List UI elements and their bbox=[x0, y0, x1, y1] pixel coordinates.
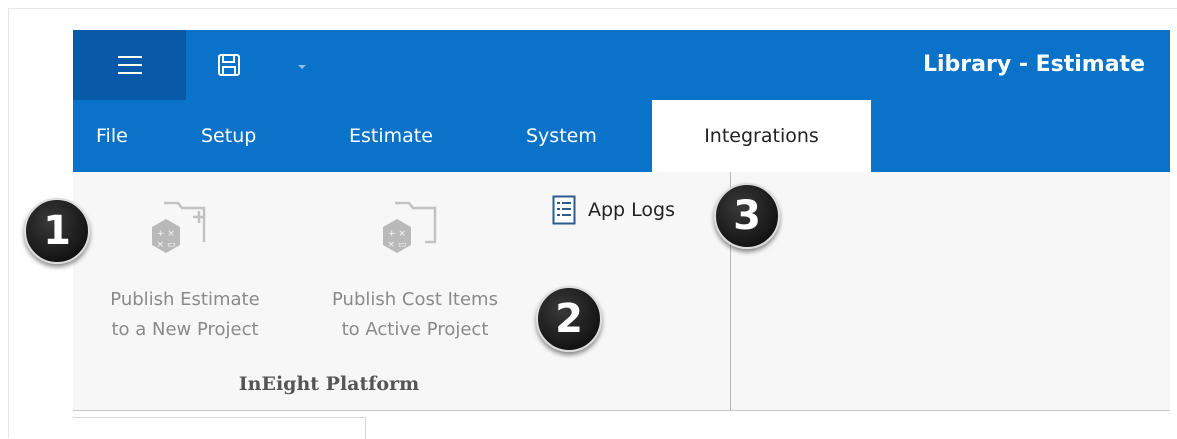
callout-marker-3: 3 bbox=[714, 183, 780, 249]
document-tab-strip bbox=[73, 417, 366, 439]
frame-top-border bbox=[8, 8, 1177, 9]
publish-active-label-1: Publish Cost Items bbox=[332, 289, 498, 310]
ribbon-bottom-border bbox=[73, 410, 1170, 411]
group-label-ineight-platform: InEight Platform bbox=[238, 373, 420, 395]
app-menu-button[interactable] bbox=[73, 30, 186, 100]
callout-marker-1: 1 bbox=[24, 198, 90, 264]
app-logs-label: App Logs bbox=[588, 199, 675, 221]
title-bar: Library - Estimate bbox=[73, 30, 1170, 100]
publish-cost-items-active-project-button[interactable]: + × × ▭ Publish Cost Items to Active Pro… bbox=[305, 190, 525, 360]
tab-integrations[interactable]: Integrations bbox=[652, 100, 871, 172]
frame-left-border bbox=[8, 8, 9, 438]
hamburger-icon bbox=[117, 56, 142, 74]
callout-marker-2: 2 bbox=[536, 286, 602, 352]
chevron-down-icon[interactable] bbox=[298, 65, 306, 69]
ribbon-tab-bar: File Setup Estimate System Integrations bbox=[73, 100, 1170, 172]
save-icon[interactable] bbox=[218, 54, 240, 76]
svg-text:+ ×: + × bbox=[157, 229, 175, 239]
document-lines-icon bbox=[552, 195, 576, 225]
publish-active-label-2: to Active Project bbox=[341, 319, 489, 340]
tab-file[interactable]: File bbox=[96, 100, 128, 172]
tab-setup[interactable]: Setup bbox=[201, 100, 256, 172]
folder-calculator-add-icon: + × × ▭ bbox=[152, 201, 206, 253]
window-title: Library - Estimate bbox=[922, 52, 1145, 77]
publish-estimate-new-project-button[interactable]: + × × ▭ Publish Estimate to a New Projec… bbox=[80, 190, 290, 360]
publish-new-label-2: to a New Project bbox=[111, 319, 259, 340]
svg-text:+ ×: + × bbox=[388, 229, 406, 239]
tab-system[interactable]: System bbox=[526, 100, 597, 172]
svg-text:× ▭: × ▭ bbox=[388, 240, 407, 250]
svg-text:× ▭: × ▭ bbox=[157, 240, 176, 250]
publish-new-label-1: Publish Estimate bbox=[110, 289, 260, 310]
tab-estimate[interactable]: Estimate bbox=[349, 100, 433, 172]
app-logs-button[interactable]: App Logs bbox=[552, 192, 675, 228]
folder-calculator-icon: + × × ▭ bbox=[383, 201, 437, 253]
